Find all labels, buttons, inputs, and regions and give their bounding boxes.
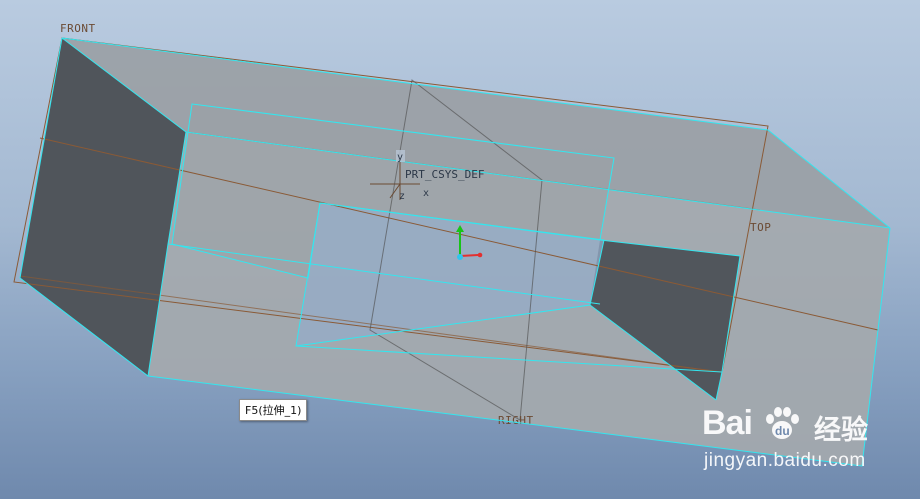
feature-tooltip: F5(拉伸_1)	[239, 399, 308, 421]
extrude-solid[interactable]	[20, 38, 890, 466]
graphics-viewport[interactable]: FRONT TOP RIGHT y PRT_CSYS_DEF x z F5(拉伸…	[0, 0, 920, 499]
csys-x-label: x	[423, 188, 429, 199]
baidu-paw-icon: du	[766, 407, 799, 439]
csys-label: PRT_CSYS_DEF	[405, 168, 484, 181]
watermark-brand-cn: 经验	[814, 415, 868, 446]
datum-top-label: TOP	[750, 221, 771, 234]
watermark-url: jingyan.baidu.com	[704, 450, 866, 471]
watermark-brand-latin: Bai	[702, 404, 753, 442]
csys-z-label: z	[399, 191, 405, 202]
baidu-watermark: Bai du 经验 jingyan.baidu.com	[702, 404, 912, 482]
csys-y-label: y	[397, 152, 403, 163]
datum-front-label: FRONT	[60, 22, 96, 35]
watermark-brand-du: du	[775, 424, 790, 438]
